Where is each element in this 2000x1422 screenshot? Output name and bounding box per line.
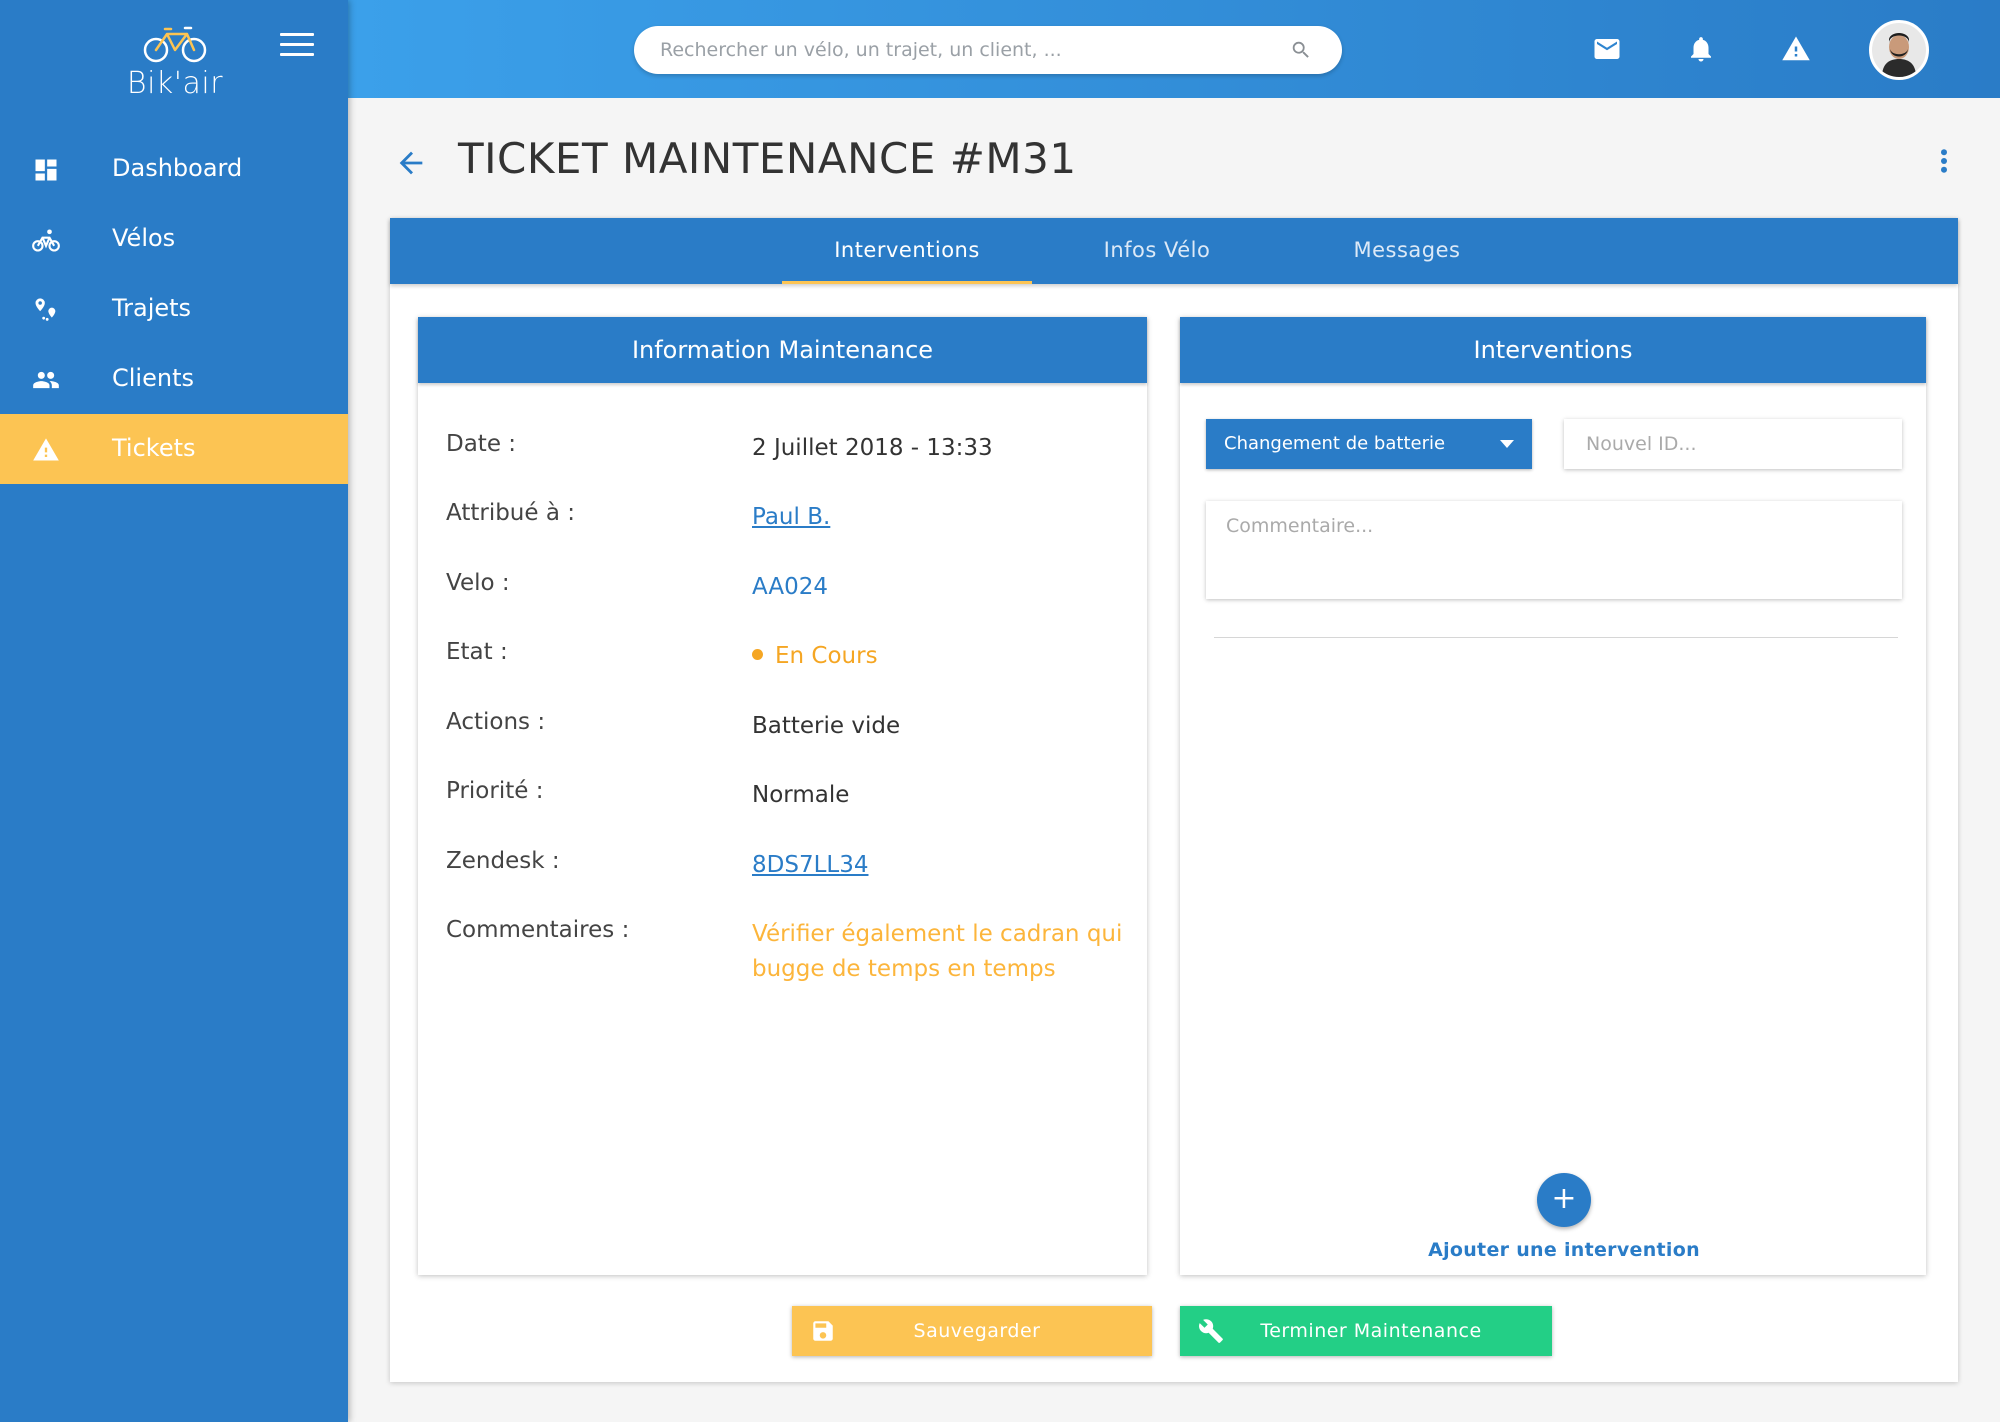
user-avatar-icon bbox=[1872, 23, 1926, 77]
info-label: Zendesk : bbox=[446, 848, 560, 874]
actions-value: Batterie vide bbox=[752, 713, 901, 739]
info-panel: Information Maintenance Date : 2 Juillet… bbox=[418, 317, 1147, 1275]
plus-icon: + bbox=[1551, 1181, 1577, 1216]
search-bar[interactable] bbox=[634, 26, 1342, 74]
date-value: 2 Juillet 2018 - 13:33 bbox=[752, 435, 993, 461]
tab-interventions[interactable]: Interventions bbox=[782, 218, 1032, 284]
info-label: Date : bbox=[446, 431, 517, 457]
hamburger-icon bbox=[280, 33, 314, 36]
finish-label: Terminer Maintenance bbox=[1260, 1320, 1482, 1342]
topbar bbox=[348, 0, 2000, 98]
interventions-panel-title: Interventions bbox=[1180, 317, 1926, 383]
zendesk-link[interactable]: 8DS7LL34 bbox=[752, 852, 868, 878]
tab-bar: Interventions Infos Vélo Messages bbox=[390, 218, 1958, 284]
bike-logo-icon bbox=[143, 26, 207, 63]
new-id-input[interactable] bbox=[1564, 419, 1902, 469]
sidebar-item-label: Clients bbox=[112, 364, 194, 392]
sidebar: Bik'air Dashboard Vélos Trajets Clients … bbox=[0, 0, 348, 1422]
add-intervention-button[interactable]: + bbox=[1537, 1173, 1591, 1227]
sidebar-item-clients[interactable]: Clients bbox=[0, 344, 348, 414]
avatar[interactable] bbox=[1869, 20, 1929, 80]
sidebar-item-velos[interactable]: Vélos bbox=[0, 204, 348, 274]
interventions-panel: Interventions Changement de batterie + A… bbox=[1180, 317, 1926, 1275]
intervention-type-select[interactable]: Changement de batterie bbox=[1206, 419, 1532, 469]
info-label: Actions : bbox=[446, 709, 546, 735]
caret-down-icon bbox=[1500, 440, 1514, 448]
sidebar-item-label: Trajets bbox=[112, 294, 192, 322]
divider bbox=[1214, 637, 1898, 638]
logo-text: Bik'air bbox=[126, 66, 224, 101]
mail-icon[interactable] bbox=[1592, 34, 1622, 64]
menu-toggle-button[interactable] bbox=[280, 33, 314, 57]
more-vert-icon[interactable] bbox=[1936, 146, 1952, 176]
bike-id-link[interactable]: AA024 bbox=[752, 574, 828, 600]
main-card: Interventions Infos Vélo Messages Inform… bbox=[390, 218, 1958, 1382]
sidebar-item-dashboard[interactable]: Dashboard bbox=[0, 134, 348, 204]
page-title: TICKET MAINTENANCE #M31 bbox=[458, 134, 1077, 183]
sidebar-nav: Dashboard Vélos Trajets Clients Tickets bbox=[0, 134, 348, 484]
sidebar-item-label: Vélos bbox=[112, 224, 176, 252]
info-label: Etat : bbox=[446, 639, 508, 665]
tab-messages[interactable]: Messages bbox=[1282, 218, 1532, 284]
route-icon bbox=[35, 298, 56, 321]
sidebar-item-label: Dashboard bbox=[112, 154, 243, 182]
search-icon[interactable] bbox=[1290, 39, 1312, 61]
app-logo[interactable]: Bik'air bbox=[120, 24, 230, 104]
sidebar-item-trajets[interactable]: Trajets bbox=[0, 274, 348, 344]
bell-icon[interactable] bbox=[1686, 34, 1716, 64]
dashboard-icon bbox=[35, 159, 57, 181]
tab-infos-velo[interactable]: Infos Vélo bbox=[1032, 218, 1282, 284]
save-button[interactable]: Sauvegarder bbox=[792, 1306, 1152, 1356]
info-label: Priorité : bbox=[446, 778, 544, 804]
sidebar-item-tickets[interactable]: Tickets bbox=[0, 414, 348, 484]
info-label: Velo : bbox=[446, 570, 510, 596]
warning-icon bbox=[33, 438, 59, 461]
info-label: Attribué à : bbox=[446, 500, 576, 526]
search-input[interactable] bbox=[660, 26, 1260, 74]
assignee-link[interactable]: Paul B. bbox=[752, 504, 830, 530]
comments-value: Vérifier également le cadran qui bugge d… bbox=[752, 921, 1123, 982]
users-icon bbox=[33, 371, 59, 389]
status-dot-icon bbox=[752, 649, 763, 660]
priority-value: Normale bbox=[752, 782, 850, 808]
back-arrow-icon[interactable] bbox=[394, 146, 428, 180]
info-panel-title: Information Maintenance bbox=[418, 317, 1147, 383]
sidebar-item-label: Tickets bbox=[112, 434, 196, 462]
status-text: En Cours bbox=[775, 643, 878, 669]
status-badge: En Cours bbox=[752, 639, 1152, 674]
alert-icon[interactable] bbox=[1781, 34, 1811, 64]
comment-textarea[interactable] bbox=[1206, 501, 1902, 599]
bike-icon bbox=[32, 229, 60, 252]
save-label: Sauvegarder bbox=[913, 1320, 1041, 1342]
info-label: Commentaires : bbox=[446, 917, 630, 943]
finish-maintenance-button[interactable]: Terminer Maintenance bbox=[1180, 1306, 1552, 1356]
select-value: Changement de batterie bbox=[1224, 433, 1446, 454]
add-intervention-label[interactable]: Ajouter une intervention bbox=[1180, 1239, 1948, 1261]
